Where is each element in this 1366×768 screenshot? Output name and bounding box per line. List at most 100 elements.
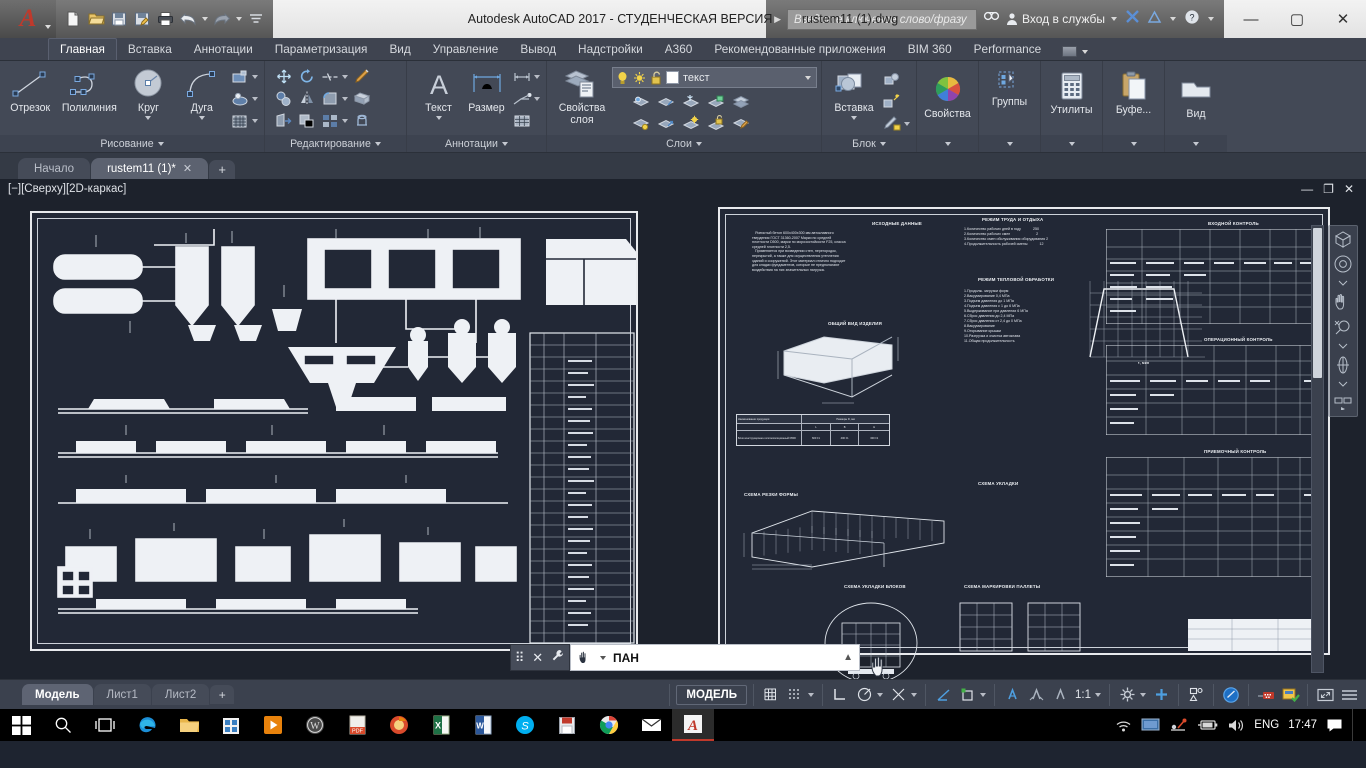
ribbon-tab-insert[interactable]: Вставка [117,39,183,60]
qat-customize-button[interactable] [245,7,267,31]
tool-layer-set-current[interactable] [730,91,752,112]
panel-block-title[interactable]: Блок [822,135,916,152]
ribbon-tab-a360[interactable]: A360 [654,39,704,60]
polar-settings-dropdown-icon[interactable] [877,692,883,697]
annotation-scale-value[interactable]: 1:1 [1073,689,1093,701]
help-icon[interactable]: ? [1184,9,1200,30]
panel-annotation-expand-icon[interactable] [501,141,508,146]
ribbon-minimize-icon[interactable] [1062,46,1078,57]
tool-copy[interactable] [273,88,295,109]
start-button[interactable] [0,709,42,741]
network-icon[interactable] [1169,717,1188,733]
panel-clipboard-expand-icon[interactable] [1130,141,1137,146]
tool-block-editor[interactable] [881,113,903,134]
annotation-scale-sync-toggle[interactable] [1049,684,1071,706]
right-sheet-specifications[interactable]: ИСХОДНЫЕ ДАННЫЕ Ячеистый бетон 600х400х3… [718,207,1330,679]
snap-settings-dropdown-icon[interactable] [808,692,814,697]
print-button[interactable] [154,7,176,31]
minimize-button[interactable]: — [1228,0,1274,38]
ribbon-tab-home[interactable]: Главная [48,38,117,60]
open-file-button[interactable] [85,7,107,31]
drawing-status-button[interactable] [1279,684,1301,706]
tool-text[interactable]: A Текст [415,65,462,120]
clock-time[interactable]: 17:47 [1288,719,1317,731]
hardware-accel-button[interactable] [1255,684,1277,706]
dynamic-ucs-toggle[interactable] [932,684,954,706]
tool-layer-properties[interactable]: Свойства слоя [553,65,611,126]
command-history-dropdown-icon[interactable] [600,655,606,660]
tool-explode[interactable] [351,110,373,131]
annotation-visibility-toggle[interactable] [1001,684,1023,706]
workspace-dropdown-icon[interactable] [1140,692,1146,697]
add-tools-button[interactable] [1150,684,1172,706]
tool-define-attribute[interactable] [881,91,903,112]
wheel-dropdown-icon[interactable] [1332,279,1354,287]
tool-text-dropdown-icon[interactable] [435,116,442,120]
command-expand-icon[interactable]: ▲ [843,652,853,663]
tool-layer-lock[interactable] [705,91,727,112]
tool-table[interactable] [511,110,533,131]
panel-annotation-title[interactable]: Аннотации [407,135,546,152]
tool-circle-dropdown-icon[interactable] [145,116,152,120]
clean-screen-button[interactable] [1314,684,1336,706]
search-expand-icon[interactable]: ▶ [774,14,781,25]
ribbon-tab-view[interactable]: Вид [378,39,421,60]
wordpress-icon[interactable]: W [294,709,336,741]
tool-layer-freeze[interactable] [680,91,702,112]
tool-insert-block-dropdown-icon[interactable] [851,116,857,120]
tool-trim[interactable] [319,66,341,87]
tool-scale[interactable] [296,110,318,131]
command-line-close-button[interactable]: ✕ [532,650,543,666]
panel-layers-expand-icon[interactable] [695,141,702,146]
ribbon-options-dropdown-icon[interactable] [1082,49,1089,54]
tool-layer-thaw[interactable] [680,113,702,134]
zoom-dropdown-icon[interactable] [1332,342,1354,350]
block-editor-dropdown-icon[interactable] [904,121,910,126]
command-line-grip-icon[interactable]: ⠿ [515,650,525,666]
exchange-apps-icon[interactable] [1125,9,1141,29]
tool-match-properties[interactable] [351,66,373,87]
tool-clipboard[interactable]: Буфе... [1107,67,1160,116]
viewport-config-label[interactable]: [−][Сверху][2D-каркас] [8,183,126,195]
rectangle-dropdown-icon[interactable] [252,74,258,79]
panel-utilities-expand-icon[interactable] [1068,141,1075,146]
tool-layer-isolate[interactable] [630,91,652,112]
redo-dropdown-icon[interactable] [236,17,242,21]
customization-button[interactable] [1338,684,1360,706]
osnap-mode-dropdown-icon[interactable] [980,692,986,697]
document-tab-start[interactable]: Начало [18,158,91,179]
tool-insert-block[interactable]: Вставка [828,65,880,120]
grid-display-toggle[interactable] [760,684,782,706]
panel-properties-title[interactable] [917,135,978,152]
autocad-icon[interactable]: A [672,709,714,741]
layer-dropdown-icon[interactable] [805,75,811,80]
tool-groups[interactable]: Группы [983,67,1036,108]
tool-move[interactable] [273,66,295,87]
panel-properties-expand-icon[interactable] [944,141,951,146]
tool-layer-unisolate[interactable] [630,113,652,134]
ribbon-tab-featured-apps[interactable]: Рекомендованные приложения [703,39,896,60]
tool-stretch[interactable] [273,110,295,131]
store-icon[interactable] [210,709,252,741]
tool-view[interactable]: Вид [1169,71,1223,120]
panel-draw-expand-icon[interactable] [157,141,164,146]
viewport-restore-icon[interactable]: ❐ [1323,182,1334,196]
ribbon-tab-output[interactable]: Вывод [509,39,567,60]
tool-circle[interactable]: Круг [122,65,174,120]
edge-icon[interactable] [126,709,168,741]
new-document-tab-button[interactable]: + [209,160,236,179]
layout-tab-model[interactable]: Модель [22,684,93,705]
redo-button[interactable] [211,7,233,31]
orbit-dropdown-icon[interactable] [1332,380,1354,388]
ribbon-tab-performance[interactable]: Performance [963,39,1053,60]
undo-button[interactable] [177,7,199,31]
panel-layers-title[interactable]: Слои [547,135,821,152]
hatch-dropdown-icon[interactable] [252,96,258,101]
polar-tracking-toggle[interactable] [853,684,875,706]
panel-groups-expand-icon[interactable] [1006,141,1013,146]
notification-icon[interactable] [1326,718,1343,733]
ortho-mode-toggle[interactable] [829,684,851,706]
tool-rotate[interactable] [296,66,318,87]
volume-icon[interactable] [1227,718,1245,733]
word-icon[interactable]: W [462,709,504,741]
